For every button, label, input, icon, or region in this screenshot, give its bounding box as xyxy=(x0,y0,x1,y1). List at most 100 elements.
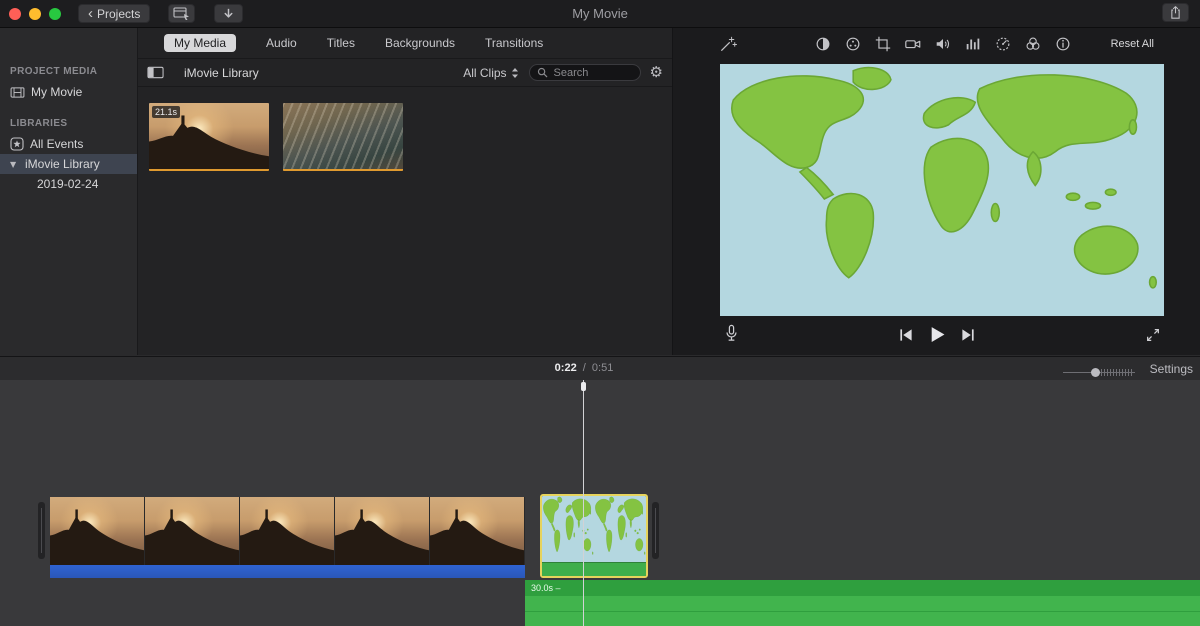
titlebar: ‹ Projects My Movie xyxy=(0,0,1200,28)
fullscreen-icon[interactable] xyxy=(1145,327,1161,343)
sidebar-item-all-events[interactable]: All Events xyxy=(0,134,137,154)
share-button[interactable] xyxy=(1162,3,1189,22)
library-title: iMovie Library xyxy=(184,66,259,80)
share-icon xyxy=(1169,5,1182,20)
sidebar-item-event-date[interactable]: 2019-02-24 xyxy=(0,174,137,194)
crop-icon[interactable] xyxy=(874,35,892,53)
left-trim-handle[interactable] xyxy=(38,502,45,559)
timeline: 30.0s – xyxy=(0,380,1200,626)
sidebar-item-my-movie[interactable]: My Movie xyxy=(0,82,137,102)
time-display: 0:22 / 0:51 xyxy=(555,362,614,374)
sidebar-item-imovie-library[interactable]: ▼ iMovie Library xyxy=(0,154,137,174)
timeline-video-clip-worldmap-selected[interactable] xyxy=(540,494,648,578)
current-time: 0:22 xyxy=(555,362,577,374)
music-clip-header: 30.0s – xyxy=(525,580,1200,596)
filmstrip-frame xyxy=(145,497,240,565)
search-field[interactable] xyxy=(529,64,641,81)
library-sidebar: PROJECT MEDIA My Movie LIBRARIES All Eve… xyxy=(0,28,138,355)
color-correction-icon[interactable] xyxy=(844,35,862,53)
speed-icon[interactable] xyxy=(994,35,1012,53)
viewer-toolbar: Reset All xyxy=(673,28,1200,61)
filmstrip-frame xyxy=(430,497,525,565)
media-clip-waves[interactable] xyxy=(283,103,403,171)
playhead[interactable] xyxy=(583,380,584,626)
import-media-button[interactable] xyxy=(214,4,243,23)
event-date-label: 2019-02-24 xyxy=(37,177,98,191)
clip-favorite-underline xyxy=(149,169,269,171)
media-window-icon xyxy=(173,7,190,20)
waveform-midline xyxy=(525,611,1200,612)
play-button[interactable] xyxy=(928,326,945,343)
world-map-frame xyxy=(720,64,1164,316)
close-window-button[interactable] xyxy=(9,8,21,20)
stabilization-camera-icon[interactable] xyxy=(904,35,922,53)
sidebar-toggle-button[interactable] xyxy=(147,66,164,79)
skip-forward-button[interactable] xyxy=(960,328,975,342)
tab-my-media[interactable]: My Media xyxy=(164,34,236,52)
effects-filter-icon[interactable] xyxy=(1024,35,1042,53)
timeline-video-clip-sunset[interactable] xyxy=(50,497,525,565)
my-movie-label: My Movie xyxy=(31,85,82,99)
info-icon[interactable] xyxy=(1054,35,1072,53)
pane-toggle-icon xyxy=(147,66,164,79)
timeline-settings-button[interactable]: Settings xyxy=(1150,362,1193,376)
timeline-toolbar: 0:22 / 0:51 Settings xyxy=(0,356,1200,381)
worldmap-filmstrip xyxy=(542,496,646,562)
media-clips-grid: 21.1s xyxy=(138,87,672,171)
minimize-window-button[interactable] xyxy=(29,8,41,20)
search-input[interactable] xyxy=(552,66,633,80)
chevron-left-icon: ‹ xyxy=(88,7,93,20)
tab-backgrounds[interactable]: Backgrounds xyxy=(385,36,455,50)
music-clip-duration-label: 30.0s – xyxy=(531,583,561,593)
filmstrip-frame xyxy=(50,497,145,565)
traffic-lights xyxy=(9,8,61,20)
media-browser-header: iMovie Library All Clips ⚙ xyxy=(138,58,672,87)
imovie-library-label: iMovie Library xyxy=(25,157,100,171)
filmstrip-icon xyxy=(10,87,25,98)
back-to-projects-button[interactable]: ‹ Projects xyxy=(78,4,150,23)
right-trim-handle[interactable] xyxy=(652,502,659,559)
background-music-clip[interactable]: 30.0s – xyxy=(525,580,1200,626)
search-icon xyxy=(537,67,548,78)
skip-back-button[interactable] xyxy=(898,328,913,342)
settings-gear-icon[interactable]: ⚙ xyxy=(650,65,663,80)
world-map-frame xyxy=(594,496,646,562)
color-balance-icon[interactable] xyxy=(814,35,832,53)
stepper-arrows-icon xyxy=(511,67,519,79)
clip-duration-badge: 21.1s xyxy=(152,106,180,118)
voiceover-mic-icon[interactable] xyxy=(722,323,741,344)
main-area: PROJECT MEDIA My Movie LIBRARIES All Eve… xyxy=(0,28,1200,355)
noise-reduction-eq-icon[interactable] xyxy=(964,35,982,53)
playhead-handle[interactable] xyxy=(581,382,586,391)
clips-filter-dropdown[interactable]: All Clips xyxy=(463,66,518,80)
zoom-slider-ridges xyxy=(1101,369,1133,376)
volume-icon[interactable] xyxy=(934,35,952,53)
auto-enhance-wand-icon[interactable] xyxy=(719,35,737,53)
reset-all-button[interactable]: Reset All xyxy=(1111,38,1154,50)
clip-favorite-underline xyxy=(283,169,403,171)
clip-audio-strip-green xyxy=(542,562,646,577)
clip-audio-waveform-blue[interactable] xyxy=(50,565,525,578)
media-clip-sunset[interactable]: 21.1s xyxy=(149,103,269,171)
clips-filter-label: All Clips xyxy=(463,66,506,80)
media-organizer-button[interactable] xyxy=(168,4,195,23)
video-preview xyxy=(720,64,1164,316)
zoom-slider-thumb[interactable] xyxy=(1091,368,1100,377)
project-media-header: PROJECT MEDIA xyxy=(10,28,137,77)
tab-transitions[interactable]: Transitions xyxy=(485,36,543,50)
playback-controls xyxy=(673,316,1200,355)
zoom-window-button[interactable] xyxy=(49,8,61,20)
projects-button-label: Projects xyxy=(97,7,140,21)
waves-thumbnail-art xyxy=(283,103,403,171)
import-arrow-icon xyxy=(222,7,235,20)
world-map-frame xyxy=(542,496,594,562)
adjustment-tools xyxy=(814,35,1072,53)
libraries-header: LIBRARIES xyxy=(10,118,137,129)
filmstrip-frame xyxy=(240,497,335,565)
media-browser: My Media Audio Titles Backgrounds Transi… xyxy=(138,28,673,355)
disclosure-triangle-icon[interactable]: ▼ xyxy=(10,160,19,169)
timeline-zoom-slider[interactable] xyxy=(1063,368,1135,377)
tab-audio[interactable]: Audio xyxy=(266,36,297,50)
viewer-panel: Reset All xyxy=(673,28,1200,355)
tab-titles[interactable]: Titles xyxy=(327,36,355,50)
